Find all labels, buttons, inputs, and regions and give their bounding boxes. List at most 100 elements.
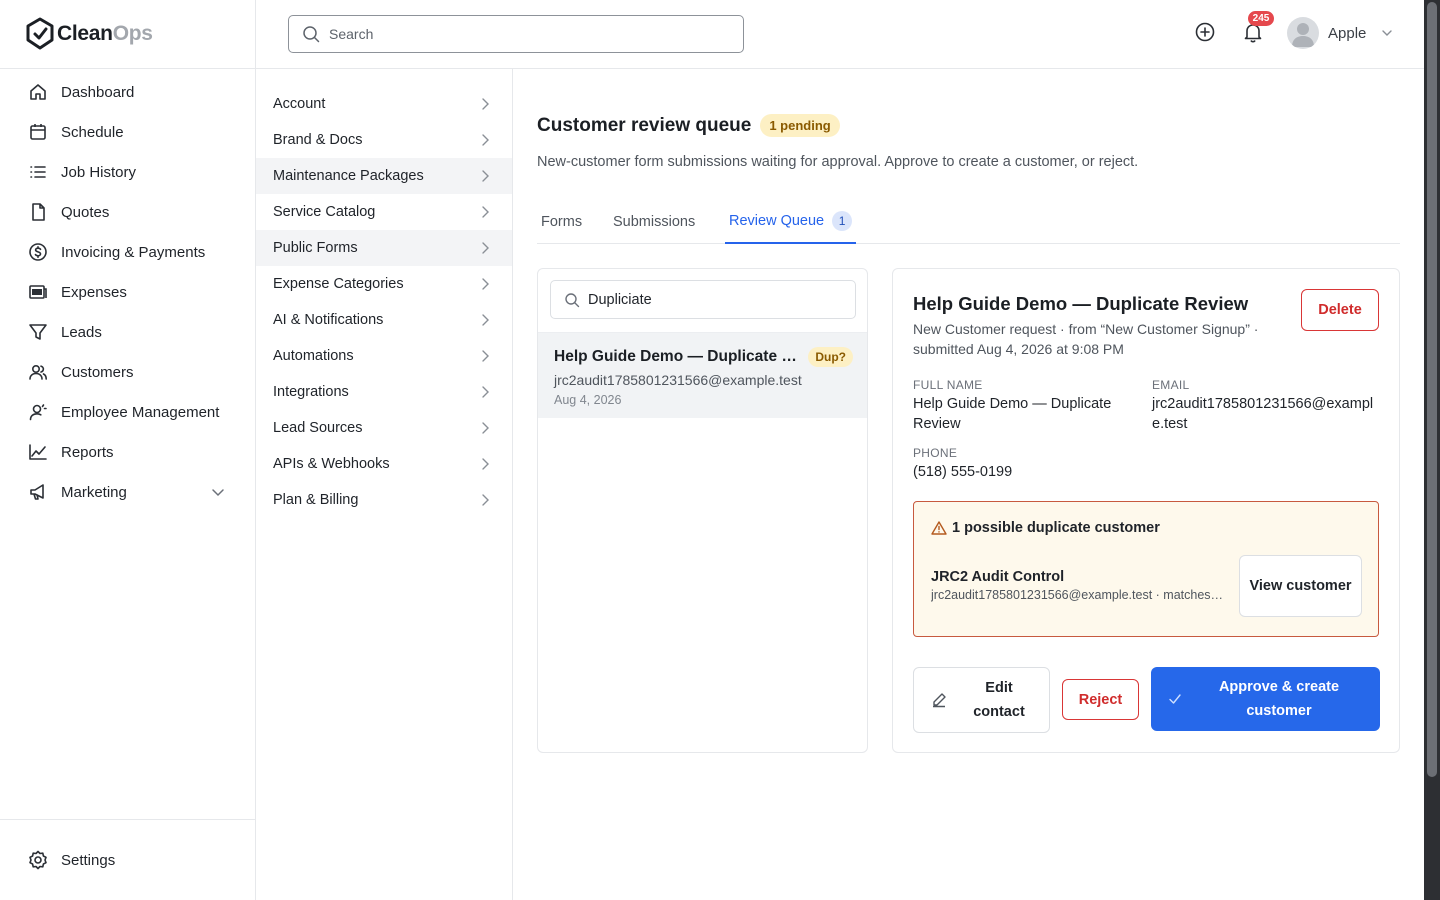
email-label: EMAIL bbox=[1152, 378, 1190, 392]
nav-item-quotes[interactable]: Quotes bbox=[0, 192, 255, 232]
warning-triangle-icon bbox=[931, 520, 947, 536]
tab-submissions[interactable]: Submissions bbox=[609, 200, 699, 244]
chart-line-icon bbox=[28, 442, 48, 462]
queue-search-input[interactable] bbox=[588, 291, 838, 308]
chevron-right-icon bbox=[478, 97, 492, 111]
subnav-item-ai-notifications[interactable]: AI & Notifications bbox=[256, 302, 512, 338]
page-description: New-customer form submissions waiting fo… bbox=[537, 154, 1139, 170]
chevron-right-icon bbox=[478, 205, 492, 219]
approve-create-customer-button[interactable]: Approve & create customer bbox=[1151, 667, 1380, 731]
nav-item-employee-management[interactable]: Employee Management bbox=[0, 392, 255, 432]
phone-label: PHONE bbox=[913, 446, 958, 460]
subnav-item-lead-sources[interactable]: Lead Sources bbox=[256, 410, 512, 446]
nav-label: Leads bbox=[61, 323, 102, 341]
queue-item-date: Aug 4, 2026 bbox=[554, 393, 622, 407]
subnav-item-account[interactable]: Account bbox=[256, 86, 512, 122]
nav-label: Employee Management bbox=[61, 403, 220, 421]
nav-label: Reports bbox=[61, 443, 114, 461]
queue-item-header: Help Guide Demo — Duplicate Review Dup? bbox=[554, 347, 853, 367]
avatar bbox=[1287, 17, 1319, 49]
dollar-circle-icon bbox=[28, 242, 48, 262]
queue-list-panel: Help Guide Demo — Duplicate Review Dup? … bbox=[537, 268, 868, 753]
detail-meta: New Customer request · from “New Custome… bbox=[913, 321, 1259, 357]
page-scrollbar-thumb[interactable] bbox=[1427, 2, 1437, 777]
edit-pencil-icon bbox=[931, 692, 947, 708]
chevron-right-icon bbox=[478, 241, 492, 255]
reject-button[interactable]: Reject bbox=[1062, 679, 1139, 720]
edit-contact-button[interactable]: Edit contact bbox=[913, 667, 1050, 733]
subnav-item-brand-docs[interactable]: Brand & Docs bbox=[256, 122, 512, 158]
full-name-label: FULL NAME bbox=[913, 378, 983, 392]
nav-item-customers[interactable]: Customers bbox=[0, 352, 255, 392]
search-icon bbox=[302, 25, 320, 43]
duplicate-badge: Dup? bbox=[808, 347, 853, 367]
add-circle-icon[interactable] bbox=[1194, 21, 1216, 43]
tab-bar: Forms Submissions Review Queue 1 bbox=[537, 200, 1400, 244]
nav-item-job-history[interactable]: Job History bbox=[0, 152, 255, 192]
search-input[interactable] bbox=[329, 26, 729, 42]
tab-review-queue[interactable]: Review Queue 1 bbox=[725, 200, 857, 244]
nav-item-leads[interactable]: Leads bbox=[0, 312, 255, 352]
nav-label: Quotes bbox=[61, 203, 110, 221]
nav-item-schedule[interactable]: Schedule bbox=[0, 112, 255, 152]
receipt-icon bbox=[28, 282, 48, 302]
nav-label: Job History bbox=[61, 163, 137, 181]
chevron-right-icon bbox=[478, 493, 492, 507]
tab-forms[interactable]: Forms bbox=[537, 200, 586, 244]
duplicate-warning-text: 1 possible duplicate customer bbox=[952, 520, 1160, 536]
notification-count-badge: 245 bbox=[1248, 11, 1274, 26]
queue-search[interactable] bbox=[550, 280, 856, 319]
page-title: Customer review queue bbox=[537, 114, 752, 136]
user-menu[interactable]: Apple bbox=[1287, 17, 1393, 49]
tab-count-badge: 1 bbox=[832, 211, 853, 231]
duplicate-customer-name: JRC2 Audit Control bbox=[931, 569, 1065, 585]
filter-icon bbox=[28, 322, 48, 342]
top-bar: 245 Apple bbox=[256, 0, 1424, 69]
subnav-item-expense-categories[interactable]: Expense Categories bbox=[256, 266, 512, 302]
chevron-down-icon[interactable] bbox=[211, 485, 225, 499]
queue-item-email: jrc2audit1785801231566@example.test bbox=[554, 372, 802, 388]
chevron-right-icon bbox=[478, 277, 492, 291]
delete-button[interactable]: Delete bbox=[1301, 289, 1379, 331]
list-icon bbox=[28, 162, 48, 182]
detail-title: Help Guide Demo — Duplicate Review bbox=[913, 293, 1249, 314]
app-logo[interactable]: CleanOps bbox=[0, 0, 255, 69]
subnav-label: Account bbox=[273, 96, 326, 112]
subnav-item-service-catalog[interactable]: Service Catalog bbox=[256, 194, 512, 230]
view-customer-button[interactable]: View customer bbox=[1239, 555, 1362, 617]
subnav-label: Public Forms bbox=[273, 240, 358, 256]
edit-contact-label: Edit contact bbox=[973, 680, 1025, 720]
subnav-item-automations[interactable]: Automations bbox=[256, 338, 512, 374]
document-icon bbox=[28, 202, 48, 222]
nav-label: Invoicing & Payments bbox=[61, 243, 206, 261]
calendar-icon bbox=[28, 122, 48, 142]
check-icon bbox=[1168, 692, 1182, 706]
chevron-right-icon bbox=[478, 457, 492, 471]
queue-list-item[interactable]: Help Guide Demo — Duplicate Review Dup? … bbox=[538, 332, 867, 418]
subnav-item-public-forms[interactable]: Public Forms bbox=[256, 230, 512, 266]
duplicate-warning-header: 1 possible duplicate customer bbox=[931, 520, 1160, 536]
nav-item-reports[interactable]: Reports bbox=[0, 432, 255, 472]
subnav-item-integrations[interactable]: Integrations bbox=[256, 374, 512, 410]
subnav-label: APIs & Webhooks bbox=[273, 456, 390, 472]
nav-item-invoicing[interactable]: Invoicing & Payments bbox=[0, 232, 255, 272]
phone-value: (518) 555-0199 bbox=[913, 464, 1013, 480]
nav-item-dashboard[interactable]: Dashboard bbox=[0, 72, 255, 112]
user-cog-icon bbox=[28, 402, 48, 422]
submission-detail-panel: Help Guide Demo — Duplicate Review New C… bbox=[892, 268, 1400, 753]
subnav-label: Expense Categories bbox=[273, 276, 404, 292]
nav-item-marketing[interactable]: Marketing bbox=[0, 472, 255, 512]
nav-item-settings[interactable]: Settings bbox=[0, 819, 255, 900]
tab-label: Review Queue bbox=[729, 213, 825, 229]
subnav-item-plan-billing[interactable]: Plan & Billing bbox=[256, 482, 512, 518]
subnav-item-maintenance-packages[interactable]: Maintenance Packages bbox=[256, 158, 512, 194]
subnav-label: AI & Notifications bbox=[273, 312, 384, 328]
nav-item-expenses[interactable]: Expenses bbox=[0, 272, 255, 312]
subnav-item-apis-webhooks[interactable]: APIs & Webhooks bbox=[256, 446, 512, 482]
global-search[interactable] bbox=[288, 15, 744, 53]
subnav-label: Service Catalog bbox=[273, 204, 376, 220]
approve-label: Approve & create customer bbox=[1218, 679, 1340, 719]
nav-label: Dashboard bbox=[61, 83, 135, 101]
logo-mark-icon bbox=[25, 17, 55, 51]
nav-label: Marketing bbox=[61, 483, 127, 501]
